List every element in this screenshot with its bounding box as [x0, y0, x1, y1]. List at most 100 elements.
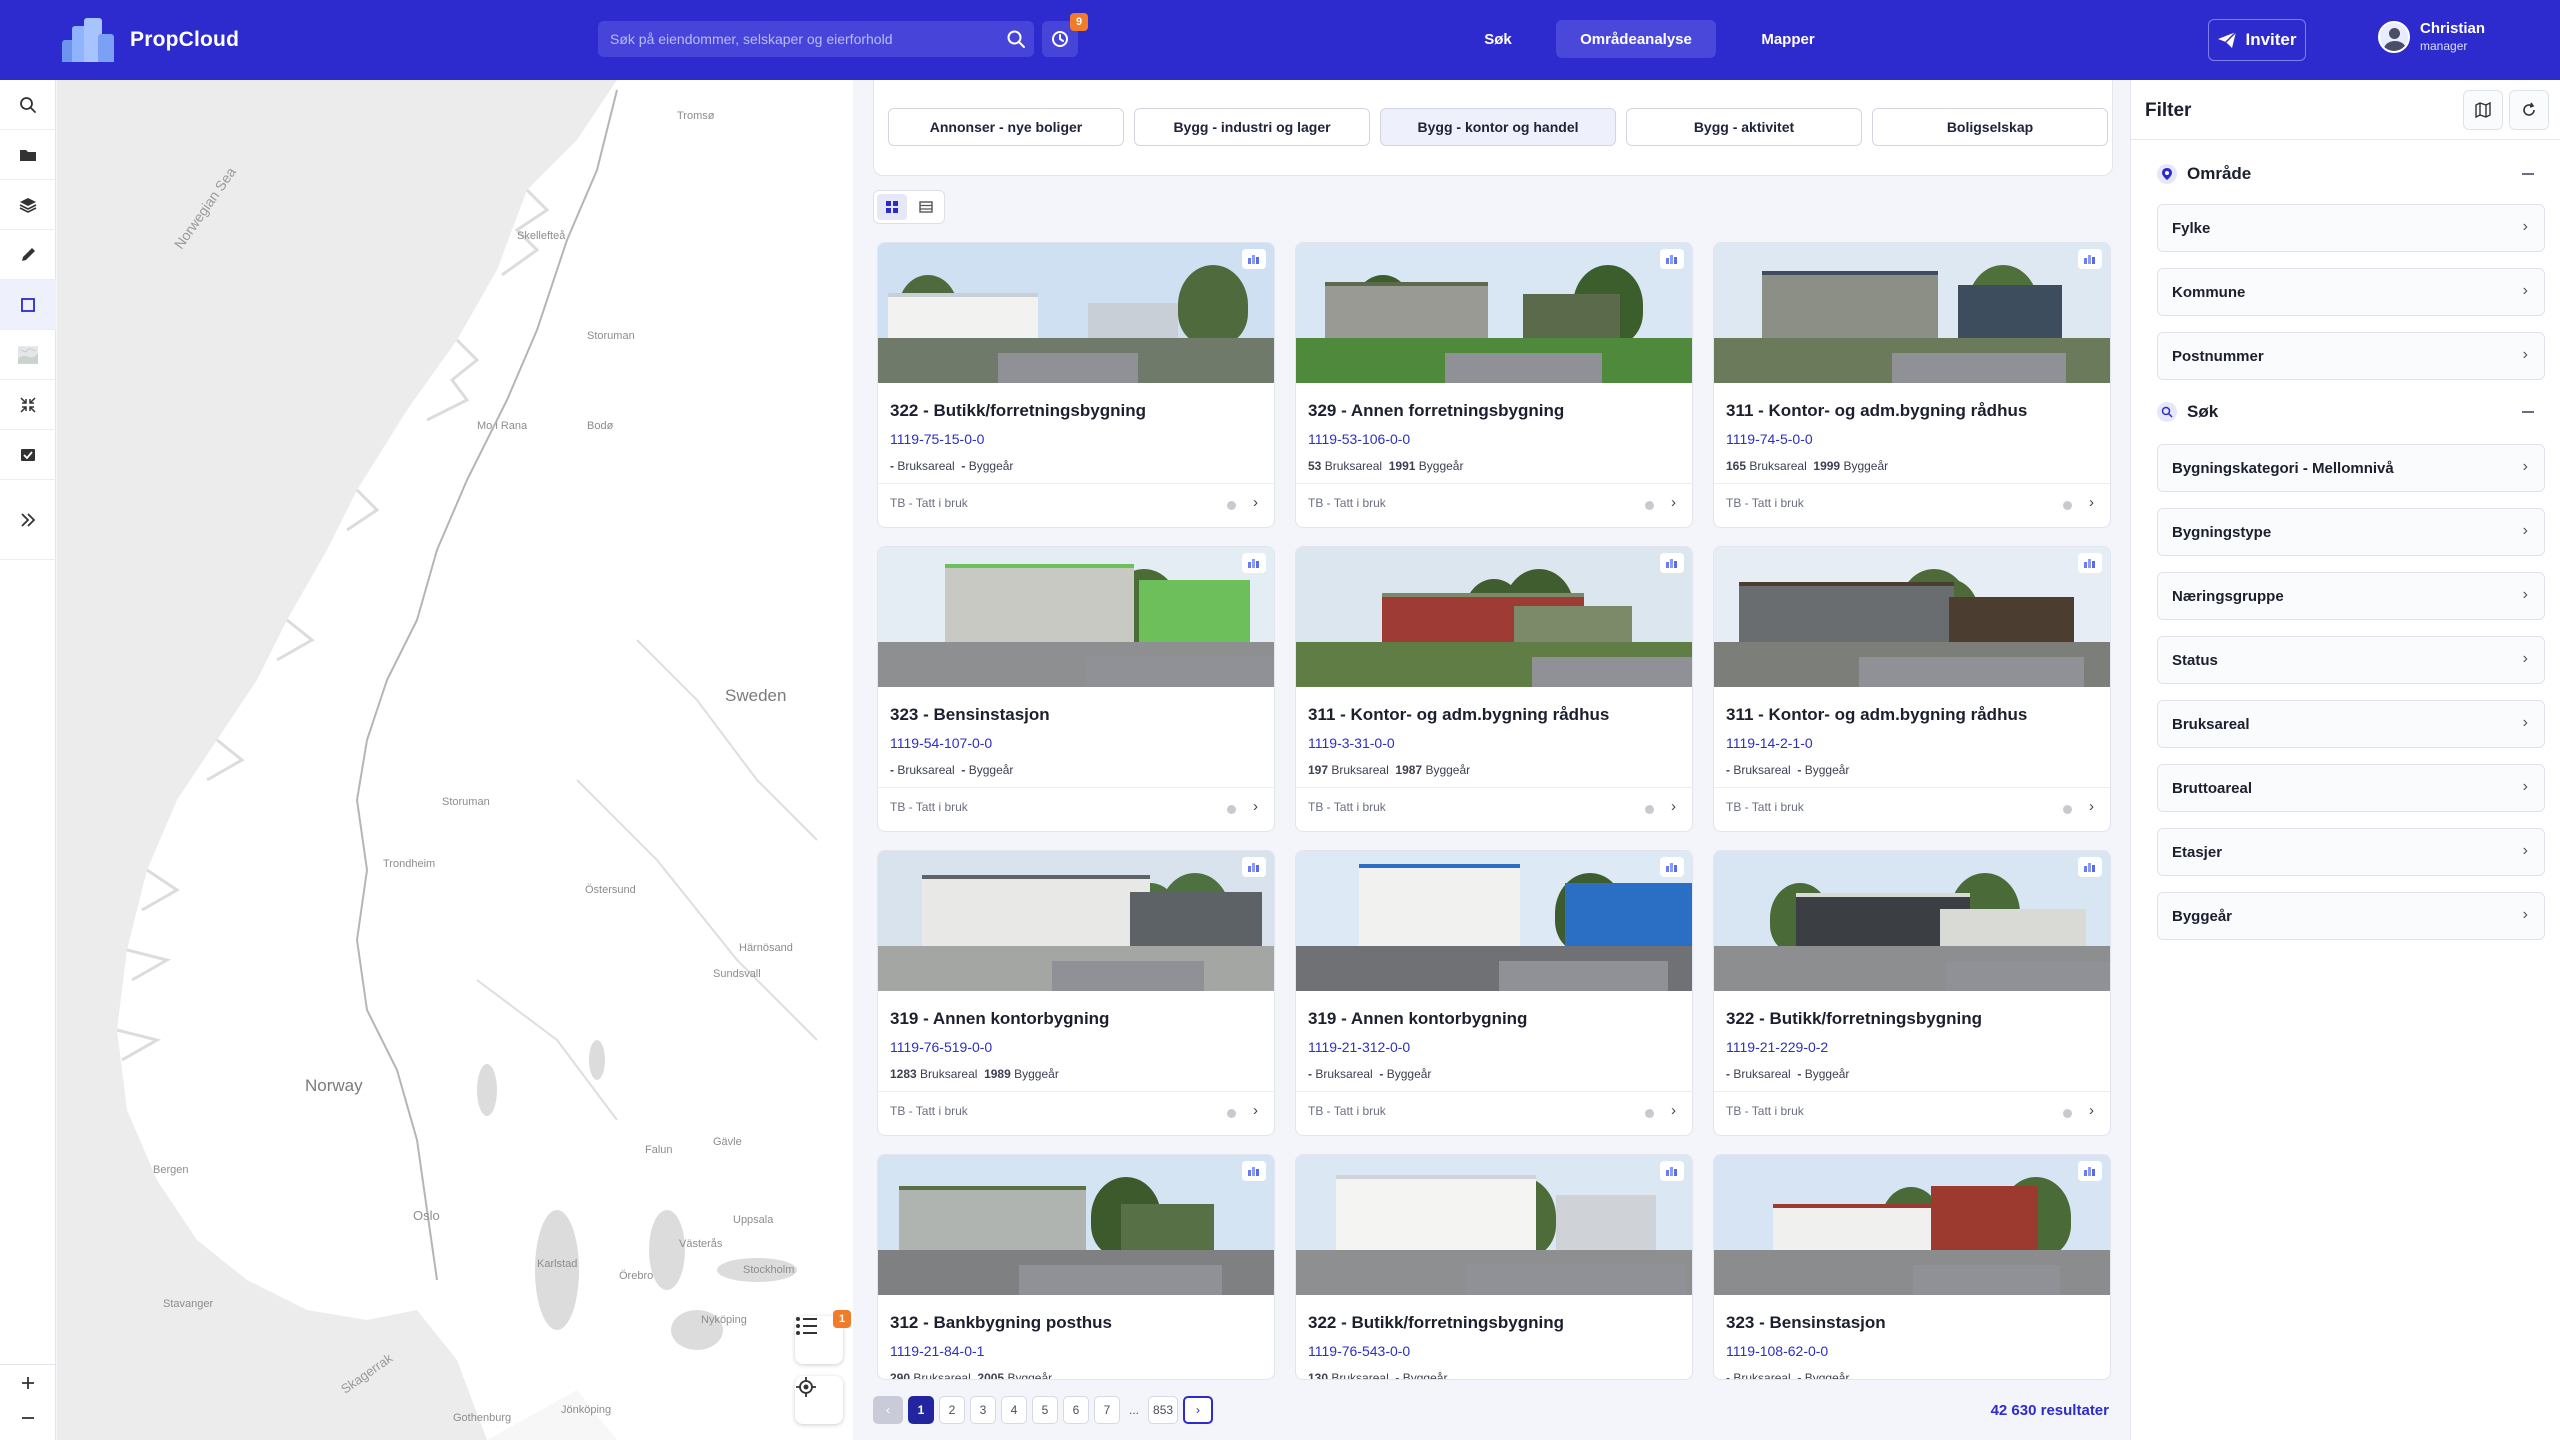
result-card[interactable]: 323 - Bensinstasjon 1119-54-107-0-0 - Br… — [877, 546, 1275, 832]
page-last-button[interactable]: 853 — [1148, 1396, 1179, 1424]
card-area-label: Bruksareal — [1749, 459, 1807, 473]
map-locate-button[interactable] — [795, 1376, 843, 1424]
table-view-button[interactable] — [911, 194, 941, 220]
filter-status[interactable]: Status › — [2157, 636, 2545, 684]
page-3-button[interactable]: 3 — [970, 1396, 996, 1424]
card-property-id[interactable]: 1119-3-31-0-0 — [1308, 735, 1395, 751]
chevron-right-icon[interactable]: › — [1671, 798, 1676, 815]
section-sok-collapse-icon[interactable] — [2522, 411, 2534, 413]
chip-annonser-nye-boliger[interactable]: Annonser - nye boliger — [888, 108, 1124, 146]
chip-bygg-kontor-handel[interactable]: Bygg - kontor og handel — [1380, 108, 1616, 146]
zoom-out-button[interactable] — [0, 1400, 56, 1436]
card-divider — [1296, 1091, 1692, 1092]
result-card[interactable]: 311 - Kontor- og adm.bygning rådhus 1119… — [1295, 546, 1693, 832]
search-input[interactable] — [610, 31, 990, 47]
section-omrade-collapse-icon[interactable] — [2522, 173, 2534, 175]
nav-omradeanalyse[interactable]: Områdeanalyse — [1556, 20, 1716, 58]
filter-reset-button[interactable] — [2509, 90, 2549, 130]
result-card[interactable]: 322 - Butikk/forretningsbygning 1119-76-… — [1295, 1154, 1693, 1380]
result-card[interactable]: 319 - Annen kontorbygning 1119-21-312-0-… — [1295, 850, 1693, 1136]
section-sok[interactable]: Søk — [2157, 400, 2218, 424]
zoom-in-button[interactable] — [0, 1364, 56, 1400]
chevron-right-icon[interactable]: › — [2089, 494, 2094, 511]
card-property-id[interactable]: 1119-21-84-0-1 — [890, 1343, 984, 1359]
rail-area-button[interactable] — [0, 280, 56, 330]
filter-bruksareal[interactable]: Bruksareal › — [2157, 700, 2545, 748]
rail-basemap-button[interactable] — [0, 330, 56, 380]
result-card[interactable]: 311 - Kontor- og adm.bygning rådhus 1119… — [1713, 546, 2111, 832]
page-4-button[interactable]: 4 — [1001, 1396, 1027, 1424]
filter-bygningstype[interactable]: Bygningstype › — [2157, 508, 2545, 556]
chevron-right-icon[interactable]: › — [1671, 494, 1676, 511]
map-list-button[interactable]: 1 — [795, 1310, 851, 1364]
card-property-id[interactable]: 1119-14-2-1-0 — [1726, 735, 1813, 751]
card-property-id[interactable]: 1119-54-107-0-0 — [890, 735, 992, 751]
filter-bruttoareal[interactable]: Bruttoareal › — [2157, 764, 2545, 812]
prev-page-button[interactable]: ‹ — [873, 1396, 903, 1424]
section-omrade[interactable]: Område — [2157, 162, 2251, 186]
chip-bygg-industri-lager[interactable]: Bygg - industri og lager — [1134, 108, 1370, 146]
history-button[interactable]: 9 — [1042, 13, 1088, 57]
card-property-id[interactable]: 1119-53-106-0-0 — [1308, 431, 1410, 447]
nav-sok[interactable]: Søk — [1470, 20, 1526, 58]
chip-boligselskap[interactable]: Boligselskap — [1872, 108, 2108, 146]
rail-expand-button[interactable] — [0, 480, 56, 560]
app-logo[interactable]: PropCloud — [62, 18, 239, 62]
chevron-right-icon[interactable]: › — [2089, 1102, 2094, 1119]
map-view[interactable]: Norwegian Sea Tromsø Skellefteå Storuman… — [57, 80, 853, 1440]
rail-search-button[interactable] — [0, 80, 56, 130]
filter-postnummer[interactable]: Postnummer › — [2157, 332, 2545, 380]
filter-fylke[interactable]: Fylke › — [2157, 204, 2545, 252]
filter-bygningskategori[interactable]: Bygningskategori - Mellomnivå › — [2157, 444, 2545, 492]
filter-etasjer-label: Etasjer — [2172, 843, 2223, 861]
result-card[interactable]: 323 - Bensinstasjon 1119-108-62-0-0 - Br… — [1713, 1154, 2111, 1380]
map-label-orebro: Örebro — [619, 1270, 654, 1282]
result-card[interactable]: 311 - Kontor- og adm.bygning rådhus 1119… — [1713, 242, 2111, 528]
card-property-id[interactable]: 1119-108-62-0-0 — [1726, 1343, 1828, 1359]
page-5-button[interactable]: 5 — [1032, 1396, 1058, 1424]
chevron-right-icon[interactable]: › — [1253, 494, 1258, 511]
rail-collapse-button[interactable] — [0, 380, 56, 430]
rail-layers-button[interactable] — [0, 180, 56, 230]
map-label-oslo: Oslo — [413, 1208, 440, 1223]
filter-etasjer[interactable]: Etasjer › — [2157, 828, 2545, 876]
chevron-right-icon[interactable]: › — [1253, 798, 1258, 815]
page-7-button[interactable]: 7 — [1094, 1396, 1120, 1424]
result-card[interactable]: 322 - Butikk/forretningsbygning 1119-21-… — [1713, 850, 2111, 1136]
chevron-right-icon[interactable]: › — [1671, 1102, 1676, 1119]
next-page-button[interactable]: › — [1183, 1396, 1214, 1424]
card-property-id[interactable]: 1119-76-519-0-0 — [890, 1039, 992, 1055]
rail-folder-button[interactable] — [0, 130, 56, 180]
chip-bygg-aktivitet[interactable]: Bygg - aktivitet — [1626, 108, 1862, 146]
card-property-id[interactable]: 1119-76-543-0-0 — [1308, 1343, 1410, 1359]
card-property-id[interactable]: 1119-74-5-0-0 — [1726, 431, 1813, 447]
search-icon — [2157, 402, 2177, 422]
filter-map-button[interactable] — [2463, 90, 2503, 130]
invite-button[interactable]: Inviter — [2208, 19, 2306, 61]
page-1-button[interactable]: 1 — [908, 1396, 934, 1424]
page-2-button[interactable]: 2 — [939, 1396, 965, 1424]
card-property-id[interactable]: 1119-21-312-0-0 — [1308, 1039, 1410, 1055]
result-card[interactable]: 319 - Annen kontorbygning 1119-76-519-0-… — [877, 850, 1275, 1136]
result-card[interactable]: 312 - Bankbygning posthus 1119-21-84-0-1… — [877, 1154, 1275, 1380]
search-icon[interactable] — [1006, 29, 1026, 49]
chevron-right-icon[interactable]: › — [2089, 798, 2094, 815]
nav-mapper[interactable]: Mapper — [1746, 20, 1830, 58]
filter-naeringsgruppe[interactable]: Næringsgruppe › — [2157, 572, 2545, 620]
card-area-value: - — [890, 763, 894, 777]
chevron-right-icon[interactable]: › — [1253, 1102, 1258, 1119]
grid-view-button[interactable] — [877, 194, 907, 220]
card-property-id[interactable]: 1119-75-15-0-0 — [890, 431, 984, 447]
card-property-id[interactable]: 1119-21-229-0-2 — [1726, 1039, 1828, 1055]
user-menu[interactable]: Christian manager — [2378, 20, 2485, 54]
page-6-button[interactable]: 6 — [1063, 1396, 1089, 1424]
rail-export-button[interactable] — [0, 430, 56, 480]
result-card[interactable]: 329 - Annen forretningsbygning 1119-53-1… — [1295, 242, 1693, 528]
filter-byggear[interactable]: Byggeår › — [2157, 892, 2545, 940]
card-year-label: Byggeår — [1418, 459, 1464, 473]
rail-draw-button[interactable] — [0, 230, 56, 280]
result-card[interactable]: 322 - Butikk/forretningsbygning 1119-75-… — [877, 242, 1275, 528]
map-label-storuman: Storuman — [587, 330, 635, 342]
filter-kommune[interactable]: Kommune › — [2157, 268, 2545, 316]
top-bar: PropCloud 9 Søk Områdeanalyse Mapper Inv… — [0, 0, 2560, 80]
